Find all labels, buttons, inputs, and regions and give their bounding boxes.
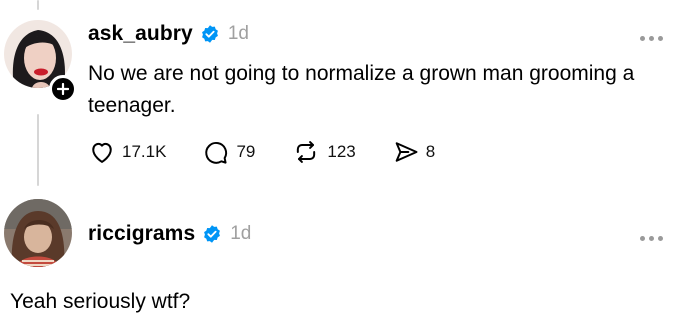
- like-count: 17.1K: [122, 142, 167, 161]
- share-button[interactable]: 8: [392, 138, 435, 166]
- follow-button[interactable]: [49, 75, 77, 103]
- thread-line: [37, 114, 39, 186]
- timestamp: 1d: [230, 223, 252, 244]
- reply-text: Yeah seriously wtf?: [10, 290, 191, 313]
- post-header: riccigrams 1d: [88, 222, 251, 246]
- reply-count: 79: [236, 142, 256, 161]
- share-icon: [395, 142, 418, 162]
- timestamp: 1d: [227, 23, 249, 44]
- like-button[interactable]: 17.1K: [88, 138, 166, 166]
- repost-icon: [297, 141, 316, 163]
- repost-count: 123: [327, 142, 356, 161]
- thread-line-top: [37, 0, 39, 10]
- reply-button[interactable]: 79: [202, 138, 255, 166]
- post-header: ask_aubry 1d: [88, 22, 249, 46]
- verified-badge-icon: [200, 24, 220, 44]
- more-icon[interactable]: [640, 236, 663, 241]
- more-icon[interactable]: [640, 36, 663, 41]
- plus-icon: [57, 83, 69, 95]
- username[interactable]: ask_aubry: [88, 22, 193, 46]
- share-count: 8: [425, 142, 436, 161]
- repost-button[interactable]: 123: [291, 138, 356, 166]
- verified-badge-icon: [202, 224, 222, 244]
- heart-icon: [92, 142, 112, 163]
- avatar[interactable]: [4, 199, 72, 267]
- post-text: No we are not going to normalize a grown…: [88, 62, 635, 117]
- action-bar: 17.1K 79 123 8: [88, 138, 435, 166]
- username[interactable]: riccigrams: [88, 222, 195, 246]
- comment-icon: [205, 141, 228, 164]
